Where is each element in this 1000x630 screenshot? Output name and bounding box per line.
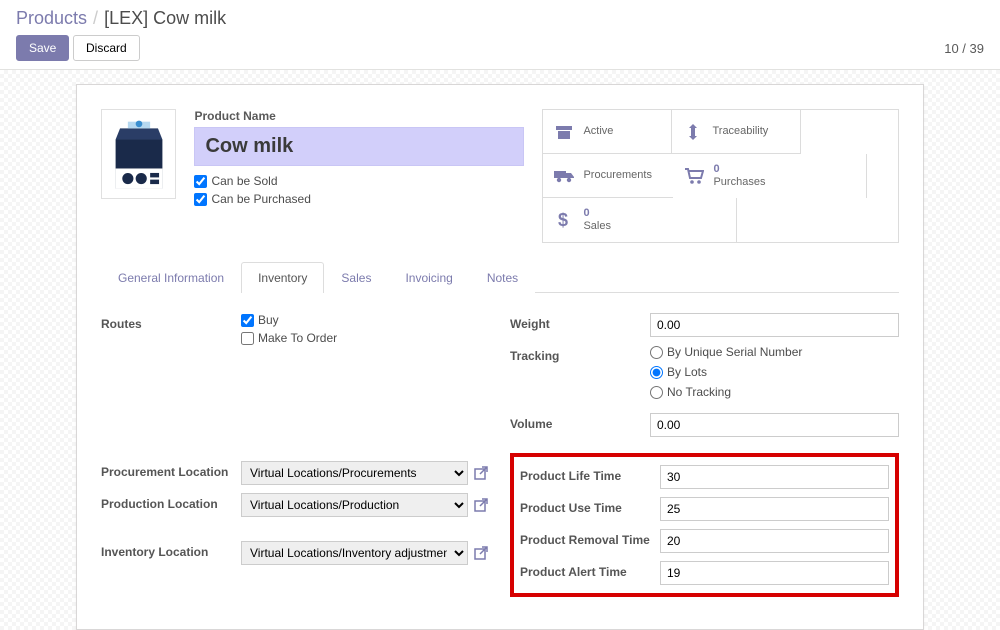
route-mto-checkbox[interactable]: Make To Order bbox=[241, 331, 490, 345]
use-time-input[interactable] bbox=[660, 497, 889, 521]
product-name-label: Product Name bbox=[194, 109, 524, 123]
life-time-input[interactable] bbox=[660, 465, 889, 489]
tabs: General Information Inventory Sales Invo… bbox=[101, 261, 899, 293]
weight-input[interactable] bbox=[650, 313, 899, 337]
inventory-location-label: Inventory Location bbox=[101, 541, 241, 559]
tab-invoicing[interactable]: Invoicing bbox=[388, 262, 469, 293]
production-location-select[interactable]: Virtual Locations/Production bbox=[241, 493, 468, 517]
tab-sales[interactable]: Sales bbox=[324, 262, 388, 293]
can-be-sold-checkbox[interactable]: Can be Sold bbox=[194, 174, 524, 188]
arrows-v-icon bbox=[682, 123, 704, 141]
tab-inventory[interactable]: Inventory bbox=[241, 262, 324, 293]
pager[interactable]: 10 / 39 bbox=[944, 41, 984, 56]
dollar-icon: $ bbox=[553, 211, 575, 229]
routes-label: Routes bbox=[101, 313, 241, 331]
stat-buttons: Active Traceability Procurements 0Purcha… bbox=[542, 109, 899, 243]
breadcrumb-root[interactable]: Products bbox=[16, 8, 87, 29]
procurement-location-label: Procurement Location bbox=[101, 461, 241, 479]
breadcrumb: Products / [LEX] Cow milk bbox=[16, 8, 984, 29]
truck-icon bbox=[553, 169, 575, 183]
inventory-location-select[interactable]: Virtual Locations/Inventory adjustment bbox=[241, 541, 468, 565]
cart-icon bbox=[683, 167, 705, 185]
external-link-icon[interactable] bbox=[472, 496, 490, 514]
save-button[interactable]: Save bbox=[16, 35, 69, 61]
tracking-none-radio[interactable]: No Tracking bbox=[650, 385, 899, 399]
product-image[interactable] bbox=[101, 109, 176, 199]
external-link-icon[interactable] bbox=[472, 544, 490, 562]
alert-time-input[interactable] bbox=[660, 561, 889, 585]
stat-purchases[interactable]: 0Purchases bbox=[673, 154, 867, 198]
tracking-label: Tracking bbox=[510, 345, 650, 363]
svg-text:$: $ bbox=[558, 211, 568, 229]
can-be-purchased-checkbox[interactable]: Can be Purchased bbox=[194, 192, 524, 206]
life-time-label: Product Life Time bbox=[520, 465, 660, 483]
removal-time-label: Product Removal Time bbox=[520, 529, 660, 547]
alert-time-label: Product Alert Time bbox=[520, 561, 660, 579]
tab-notes[interactable]: Notes bbox=[470, 262, 535, 293]
milk-carton-icon bbox=[110, 115, 168, 193]
tab-general[interactable]: General Information bbox=[101, 262, 241, 293]
stat-traceability[interactable]: Traceability bbox=[672, 110, 801, 154]
can-be-sold-label: Can be Sold bbox=[211, 174, 277, 188]
tracking-lots-radio[interactable]: By Lots bbox=[650, 365, 899, 379]
weight-label: Weight bbox=[510, 313, 650, 331]
stat-sales[interactable]: $ 0Sales bbox=[543, 198, 737, 242]
production-location-label: Production Location bbox=[101, 493, 241, 511]
discard-button[interactable]: Discard bbox=[73, 35, 140, 61]
product-name-input[interactable] bbox=[194, 127, 524, 166]
removal-time-input[interactable] bbox=[660, 529, 889, 553]
external-link-icon[interactable] bbox=[472, 464, 490, 482]
breadcrumb-current: [LEX] Cow milk bbox=[104, 8, 226, 29]
can-be-purchased-label: Can be Purchased bbox=[211, 192, 310, 206]
stat-active[interactable]: Active bbox=[543, 110, 672, 154]
route-buy-checkbox[interactable]: Buy bbox=[241, 313, 490, 327]
use-time-label: Product Use Time bbox=[520, 497, 660, 515]
form-sheet: Product Name Can be Sold Can be Purchase… bbox=[76, 84, 924, 630]
volume-input[interactable] bbox=[650, 413, 899, 437]
tracking-serial-radio[interactable]: By Unique Serial Number bbox=[650, 345, 899, 359]
volume-label: Volume bbox=[510, 413, 650, 431]
breadcrumb-sep: / bbox=[93, 8, 98, 29]
stat-procurements[interactable]: Procurements bbox=[543, 154, 673, 198]
procurement-location-select[interactable]: Virtual Locations/Procurements bbox=[241, 461, 468, 485]
highlight-box: Product Life Time Product Use Time Produ… bbox=[510, 453, 899, 597]
archive-icon bbox=[553, 123, 575, 141]
